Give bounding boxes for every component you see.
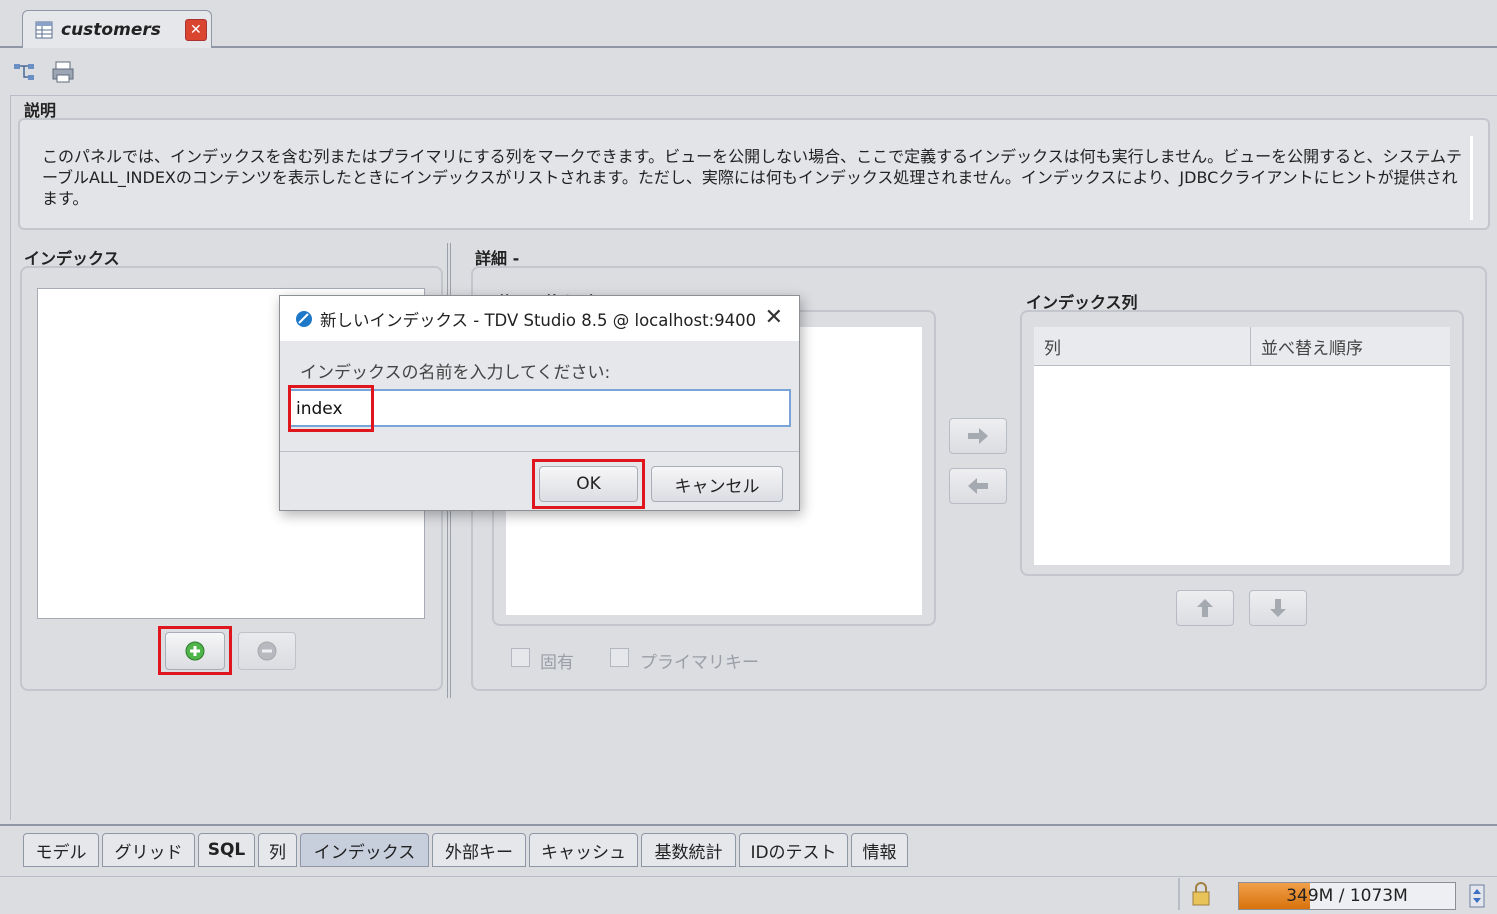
hierarchy-icon[interactable] (12, 60, 38, 84)
arrow-left-icon (968, 478, 988, 494)
minus-icon (257, 641, 277, 661)
editor-tab-title: customers (61, 19, 161, 40)
tab-foreign-keys[interactable]: 外部キー (432, 833, 526, 867)
garbage-collect-icon[interactable] (1467, 882, 1487, 910)
tab-grid[interactable]: グリッド (102, 833, 195, 867)
tab-id-test[interactable]: IDのテスト (739, 833, 848, 867)
memory-bar[interactable]: 349M / 1073M (1238, 882, 1456, 910)
tab-columns[interactable]: 列 (258, 833, 297, 867)
remove-index-button[interactable] (238, 632, 296, 670)
move-down-button[interactable] (1249, 590, 1307, 626)
index-name-value: index (296, 399, 343, 419)
tab-info[interactable]: 情報 (851, 833, 908, 867)
unique-label: 固有 (540, 653, 574, 673)
ok-button[interactable]: OK (539, 466, 638, 502)
move-right-button[interactable] (949, 418, 1007, 454)
move-up-button[interactable] (1176, 590, 1234, 626)
description-scrollbar[interactable] (1470, 136, 1473, 220)
add-index-button[interactable] (165, 632, 225, 670)
editor-tab-customers[interactable]: customers ✕ (22, 10, 212, 48)
index-columns-header: 列 並べ替え順序 (1034, 327, 1450, 366)
lock-icon[interactable] (1188, 880, 1214, 908)
dialog-close-icon[interactable]: ✕ (765, 305, 783, 330)
description-text: このパネルでは、インデックスを含む列またはプライマリにする列をマークできます。ビ… (42, 147, 1463, 208)
table-icon (35, 21, 53, 39)
close-icon[interactable]: ✕ (184, 18, 207, 41)
plus-icon (185, 641, 205, 661)
arrow-right-icon (968, 428, 988, 444)
tab-cache[interactable]: キャッシュ (529, 833, 638, 867)
new-index-dialog: 新しいインデックス - TDV Studio 8.5 @ localhost:9… (279, 295, 800, 511)
dialog-title-bar[interactable]: 新しいインデックス - TDV Studio 8.5 @ localhost:9… (280, 296, 799, 341)
status-divider (1178, 878, 1180, 910)
dialog-title: 新しいインデックス - TDV Studio 8.5 @ localhost:9… (320, 310, 757, 330)
app-logo-icon (294, 309, 314, 329)
arrow-up-icon (1197, 599, 1213, 617)
tab-cardinality-statistics[interactable]: 基数統計 (641, 833, 736, 867)
memory-text: 349M / 1073M (1286, 886, 1408, 906)
dialog-prompt: インデックスの名前を入力してください: (300, 363, 611, 383)
move-left-button[interactable] (949, 468, 1007, 504)
tab-model[interactable]: モデル (23, 833, 99, 867)
editor-tab-strip (0, 0, 1497, 48)
tab-sql[interactable]: SQL (198, 833, 255, 867)
primary-key-checkbox[interactable] (610, 648, 629, 667)
primary-key-label: プライマリキー (640, 653, 759, 673)
dialog-divider (280, 451, 799, 452)
cancel-button[interactable]: キャンセル (651, 466, 783, 502)
unique-checkbox[interactable] (511, 648, 530, 667)
arrow-down-icon (1270, 599, 1286, 617)
print-icon[interactable] (50, 60, 76, 84)
column-header-sort-order[interactable]: 並べ替え順序 (1251, 327, 1450, 365)
bottom-tab-separator (0, 824, 1497, 826)
column-header-column[interactable]: 列 (1034, 327, 1251, 365)
tab-indexes[interactable]: インデックス (300, 833, 429, 867)
